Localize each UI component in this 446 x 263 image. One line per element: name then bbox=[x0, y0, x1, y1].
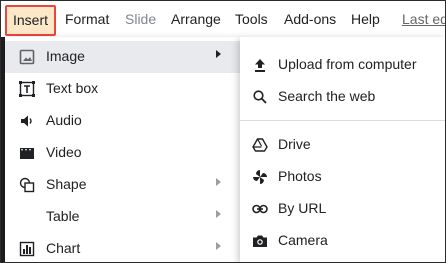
insert-menu-item-label: Table bbox=[46, 208, 80, 224]
insert-menu-item-chart[interactable]: Chart bbox=[5, 233, 240, 262]
image-submenu-item-photos[interactable]: Photos bbox=[240, 161, 445, 193]
audio-icon bbox=[19, 113, 35, 129]
submenu-arrow-icon bbox=[216, 242, 221, 250]
insert-menu-item-image[interactable]: Image bbox=[5, 41, 240, 73]
menu-add-ons[interactable]: Add-ons bbox=[284, 11, 336, 28]
insert-menu-item-text-box[interactable]: Text box bbox=[5, 73, 240, 105]
menu-insert[interactable]: Insert bbox=[5, 5, 57, 36]
image-submenu-item-upload[interactable]: Upload from computer bbox=[240, 49, 445, 81]
app-window: Insert Format Slide Arrange Tools Add-on… bbox=[0, 0, 446, 263]
insert-menu-item-label: Image bbox=[46, 48, 85, 64]
link-icon bbox=[252, 201, 268, 217]
menu-tools[interactable]: Tools bbox=[235, 11, 268, 28]
image-submenu-item-label: Upload from computer bbox=[278, 56, 417, 72]
photos-icon bbox=[252, 169, 268, 185]
image-icon bbox=[19, 49, 35, 65]
image-submenu: Upload from computer Search the web Driv… bbox=[240, 37, 445, 262]
image-submenu-item-label: Photos bbox=[278, 168, 322, 184]
video-icon bbox=[19, 145, 35, 161]
last-edit-link[interactable]: Last ed bbox=[402, 11, 445, 28]
insert-menu-item-label: Shape bbox=[46, 176, 87, 192]
image-submenu-item-drive[interactable]: Drive bbox=[240, 129, 445, 161]
image-submenu-item-label: Camera bbox=[278, 232, 328, 248]
submenu-arrow-icon bbox=[216, 50, 221, 58]
submenu-arrow-icon bbox=[216, 210, 221, 218]
chart-icon bbox=[19, 241, 35, 257]
insert-menu-item-video[interactable]: Video bbox=[5, 137, 240, 169]
search-icon bbox=[252, 89, 268, 105]
menu-help[interactable]: Help bbox=[351, 11, 380, 28]
text-box-icon bbox=[19, 81, 35, 97]
image-submenu-item-search-web[interactable]: Search the web bbox=[240, 81, 445, 113]
insert-menu-item-label: Video bbox=[46, 144, 82, 160]
insert-menu: Image Text box Audio Video Shape Table C… bbox=[5, 37, 240, 262]
insert-menu-item-audio[interactable]: Audio bbox=[5, 105, 240, 137]
submenu-arrow-icon bbox=[216, 178, 221, 186]
upload-icon bbox=[252, 57, 268, 73]
image-submenu-item-label: Search the web bbox=[278, 88, 376, 104]
insert-menu-item-label: Audio bbox=[46, 112, 82, 128]
menu-slide[interactable]: Slide bbox=[125, 11, 156, 28]
menu-divider bbox=[240, 120, 445, 121]
insert-menu-item-label: Text box bbox=[46, 80, 99, 96]
image-submenu-item-label: By URL bbox=[278, 200, 327, 216]
drive-icon bbox=[252, 137, 268, 153]
image-submenu-item-camera[interactable]: Camera bbox=[240, 225, 445, 257]
menu-arrange[interactable]: Arrange bbox=[171, 11, 221, 28]
image-submenu-item-by-url[interactable]: By URL bbox=[240, 193, 445, 225]
camera-icon bbox=[252, 233, 268, 249]
insert-menu-item-label: Chart bbox=[46, 240, 81, 256]
menu-bar: Insert Format Slide Arrange Tools Add-on… bbox=[1, 1, 445, 37]
shape-icon bbox=[19, 177, 35, 193]
insert-menu-item-table[interactable]: Table bbox=[5, 201, 240, 233]
image-submenu-item-label: Drive bbox=[278, 136, 311, 152]
menu-format[interactable]: Format bbox=[65, 11, 109, 28]
insert-menu-item-shape[interactable]: Shape bbox=[5, 169, 240, 201]
